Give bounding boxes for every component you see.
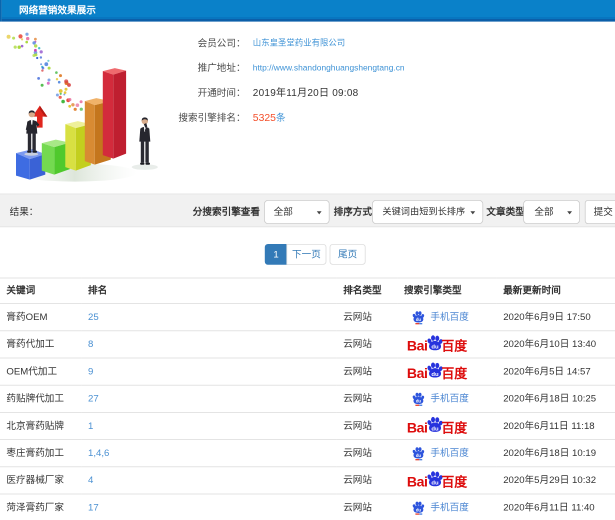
- svg-text:du: du: [416, 507, 422, 512]
- svg-text:百度: 百度: [441, 475, 468, 490]
- svg-text:百度: 百度: [441, 420, 468, 435]
- svg-text:Bai: Bai: [407, 338, 427, 354]
- svg-text:du: du: [416, 398, 422, 403]
- svg-text:du: du: [431, 426, 439, 432]
- svg-text:百度: 百度: [441, 339, 468, 354]
- svg-text:du: du: [416, 453, 422, 458]
- svg-text:Bai: Bai: [407, 365, 427, 381]
- svg-text:du: du: [431, 372, 439, 378]
- svg-text:du: du: [416, 317, 422, 322]
- svg-text:Bai: Bai: [407, 419, 427, 435]
- svg-text:Bai: Bai: [407, 474, 427, 490]
- svg-text:du: du: [431, 345, 439, 351]
- svg-text:百度: 百度: [441, 366, 468, 381]
- svg-text:du: du: [431, 481, 439, 487]
